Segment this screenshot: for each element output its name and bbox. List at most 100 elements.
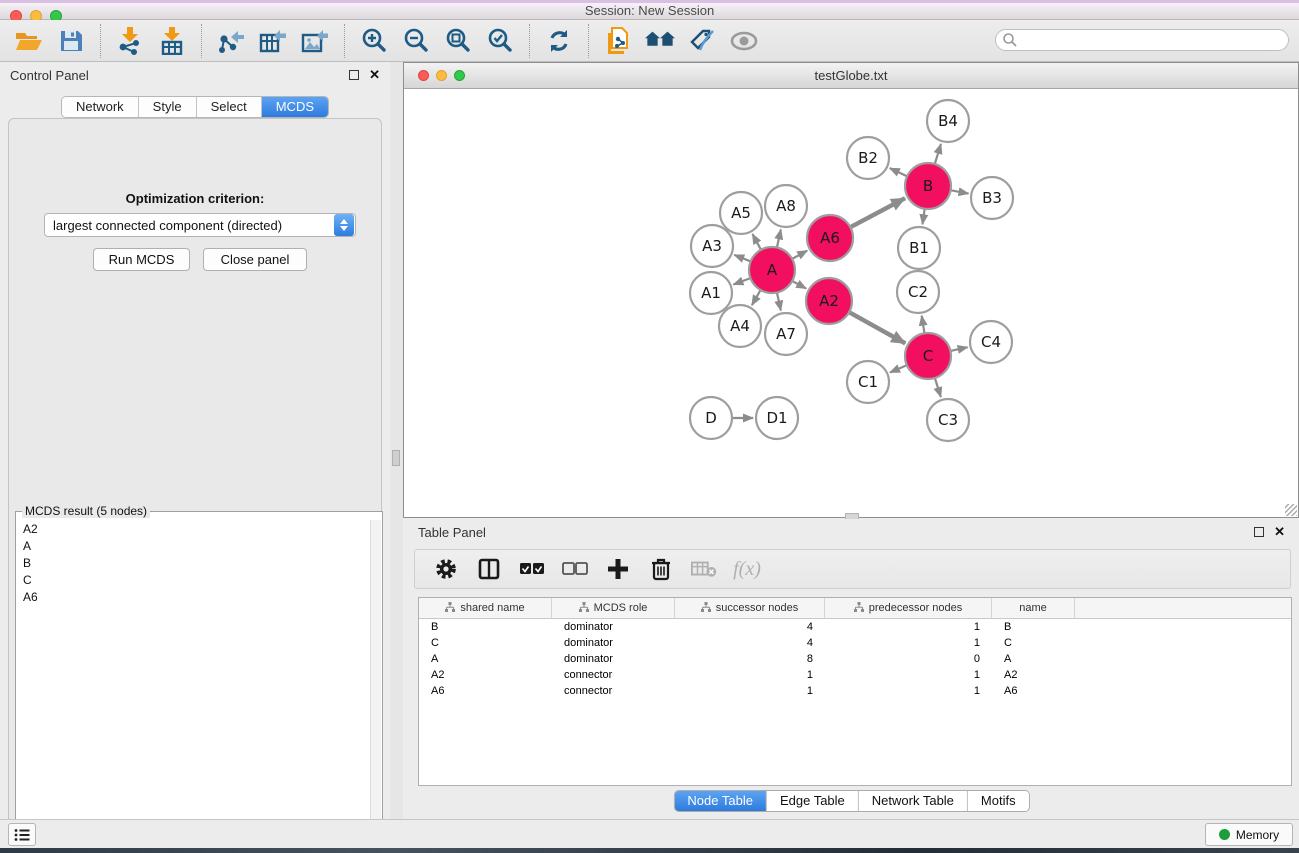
- table-cell[interactable]: A2: [419, 667, 552, 683]
- table-cell[interactable]: 1: [825, 683, 992, 699]
- edge-C-C4[interactable]: [949, 347, 967, 351]
- network-window-controls[interactable]: [418, 70, 465, 81]
- tab-select[interactable]: Select: [197, 97, 262, 117]
- node-A2[interactable]: A2: [806, 278, 852, 324]
- table-cell[interactable]: dominator: [552, 619, 675, 635]
- float-table-panel-icon[interactable]: [1254, 527, 1264, 537]
- edge-A-A7[interactable]: [777, 291, 781, 310]
- task-history-button[interactable]: [8, 823, 36, 846]
- table-row[interactable]: A6connector11A6: [419, 683, 1291, 699]
- table-body[interactable]: Bdominator41BCdominator41CAdominator80AA…: [419, 619, 1291, 699]
- mcds-result-list[interactable]: A2ABCA6: [17, 520, 370, 853]
- create-column-plus-icon[interactable]: [605, 556, 631, 582]
- zoom-selected-icon[interactable]: [485, 27, 515, 55]
- table-cell[interactable]: A2: [992, 667, 1075, 683]
- table-cell[interactable]: A: [992, 651, 1075, 667]
- node-A5[interactable]: A5: [720, 192, 762, 234]
- table-cell[interactable]: C: [992, 635, 1075, 651]
- edge-B-B4[interactable]: [934, 144, 940, 165]
- table-cell[interactable]: connector: [552, 667, 675, 683]
- node-A8[interactable]: A8: [765, 185, 807, 227]
- export-network-icon[interactable]: [216, 27, 246, 55]
- table-header-row[interactable]: shared nameMCDS rolesuccessor nodesprede…: [419, 598, 1291, 619]
- table-cell[interactable]: 1: [675, 667, 825, 683]
- result-list-item[interactable]: A6: [17, 588, 370, 605]
- delete-column-trash-icon[interactable]: [648, 556, 674, 582]
- table-cell[interactable]: 1: [825, 667, 992, 683]
- close-panel-button[interactable]: Close panel: [203, 248, 307, 271]
- edge-A6-B[interactable]: [849, 198, 905, 228]
- edge-A-A4[interactable]: [752, 289, 761, 305]
- tab-motifs[interactable]: Motifs: [968, 791, 1029, 811]
- maximize-network-window-button[interactable]: [454, 70, 465, 81]
- column-header-MCDS-role[interactable]: MCDS role: [552, 598, 675, 618]
- table-settings-gear-icon[interactable]: [433, 556, 459, 582]
- edge-B-B1[interactable]: [922, 208, 924, 224]
- edge-C-C3[interactable]: [935, 377, 941, 397]
- table-cell[interactable]: A: [419, 651, 552, 667]
- search-input[interactable]: [1018, 31, 1288, 49]
- node-A6[interactable]: A6: [807, 215, 853, 261]
- export-table-icon[interactable]: [258, 27, 288, 55]
- node-A4[interactable]: A4: [719, 305, 761, 347]
- network-graph[interactable]: B4B2BB3A8A5A6A3B1AC2A1A2A4A7C4CC1C3DD1: [404, 89, 1298, 517]
- node-B4[interactable]: B4: [927, 100, 969, 142]
- minimize-network-window-button[interactable]: [436, 70, 447, 81]
- table-cell[interactable]: 1: [825, 619, 992, 635]
- result-list-item[interactable]: C: [17, 571, 370, 588]
- deselect-all-rows-icon[interactable]: [562, 556, 588, 582]
- tab-mcds[interactable]: MCDS: [262, 97, 328, 117]
- column-header-shared-name[interactable]: shared name: [419, 598, 552, 618]
- run-mcds-button[interactable]: Run MCDS: [93, 248, 190, 271]
- window-resize-grip[interactable]: [1285, 504, 1297, 516]
- node-C1[interactable]: C1: [847, 361, 889, 403]
- table-row[interactable]: Bdominator41B: [419, 619, 1291, 635]
- refresh-icon[interactable]: [544, 27, 574, 55]
- table-cell[interactable]: B: [419, 619, 552, 635]
- search-field[interactable]: [995, 29, 1289, 51]
- divider-handle[interactable]: [392, 450, 400, 466]
- node-A3[interactable]: A3: [691, 225, 733, 267]
- table-cell[interactable]: B: [992, 619, 1075, 635]
- tab-edge-table[interactable]: Edge Table: [767, 791, 859, 811]
- close-network-window-button[interactable]: [418, 70, 429, 81]
- result-list-item[interactable]: A: [17, 537, 370, 554]
- clone-network-icon[interactable]: [603, 27, 633, 55]
- zoom-in-icon[interactable]: [359, 27, 389, 55]
- table-cell[interactable]: A6: [419, 683, 552, 699]
- node-B2[interactable]: B2: [847, 137, 889, 179]
- save-session-icon[interactable]: [56, 27, 86, 55]
- table-cell[interactable]: A6: [992, 683, 1075, 699]
- table-cell[interactable]: dominator: [552, 651, 675, 667]
- table-row[interactable]: Cdominator41C: [419, 635, 1291, 651]
- table-cell[interactable]: 8: [675, 651, 825, 667]
- show-graphics-details-icon[interactable]: [729, 27, 759, 55]
- table-row[interactable]: Adominator80A: [419, 651, 1291, 667]
- node-C3[interactable]: C3: [927, 399, 969, 441]
- open-session-icon[interactable]: [14, 27, 44, 55]
- result-scrollbar[interactable]: [370, 520, 381, 853]
- export-image-icon[interactable]: [300, 27, 330, 55]
- edge-A-A1[interactable]: [733, 278, 751, 285]
- table-cell[interactable]: C: [419, 635, 552, 651]
- node-table[interactable]: shared nameMCDS rolesuccessor nodesprede…: [418, 597, 1292, 786]
- import-table-icon[interactable]: [157, 27, 187, 55]
- show-columns-icon[interactable]: [476, 556, 502, 582]
- table-cell[interactable]: connector: [552, 683, 675, 699]
- tab-network-table[interactable]: Network Table: [859, 791, 968, 811]
- node-D[interactable]: D: [690, 397, 732, 439]
- close-panel-icon[interactable]: ✕: [369, 70, 380, 80]
- edge-B-B3[interactable]: [950, 190, 969, 194]
- float-panel-icon[interactable]: [349, 70, 359, 80]
- select-all-rows-icon[interactable]: [519, 556, 545, 582]
- edge-C-C2[interactable]: [922, 316, 925, 335]
- edge-A-A3[interactable]: [734, 255, 751, 262]
- edge-A-A5[interactable]: [752, 234, 761, 251]
- node-C4[interactable]: C4: [970, 321, 1012, 363]
- hide-labels-icon[interactable]: [687, 27, 717, 55]
- result-list-item[interactable]: A2: [17, 520, 370, 537]
- table-cell[interactable]: 1: [675, 683, 825, 699]
- edge-A-A6[interactable]: [791, 251, 807, 260]
- zoom-out-icon[interactable]: [401, 27, 431, 55]
- table-cell[interactable]: 0: [825, 651, 992, 667]
